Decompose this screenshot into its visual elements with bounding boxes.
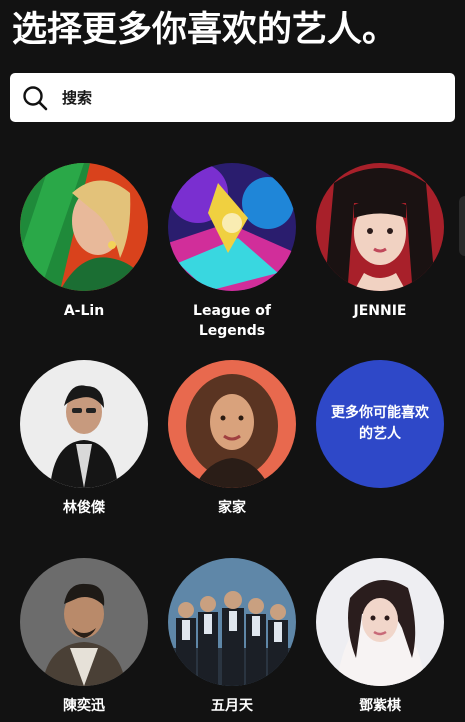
- more-artists-button[interactable]: 更多你可能喜欢的艺人: [316, 360, 444, 488]
- search-input[interactable]: 搜索: [10, 73, 455, 122]
- artist-card-league-of-legends[interactable]: League of Legends: [168, 163, 296, 341]
- artist-name: 陳奕迅: [63, 698, 105, 714]
- artist-name: League of Legends: [193, 303, 271, 339]
- artist-name: 鄧紫棋: [359, 698, 401, 714]
- more-artists-label: 更多你可能喜欢的艺人: [331, 405, 429, 442]
- artist-card-jennie[interactable]: JENNIE: [316, 163, 444, 321]
- artist-avatar: [168, 163, 296, 291]
- artist-card-jiajia[interactable]: 家家: [168, 360, 296, 518]
- artist-name: 林俊傑: [63, 500, 105, 516]
- artist-card-mayday[interactable]: 五月天: [168, 558, 296, 716]
- artist-avatar: [168, 558, 296, 686]
- artist-name: A-Lin: [63, 303, 105, 319]
- more-artists-circle: 更多你可能喜欢的艺人: [316, 360, 444, 488]
- artist-card-a-lin[interactable]: A-Lin: [20, 163, 148, 321]
- page-title: 选择更多你喜欢的艺人。: [12, 10, 398, 50]
- search-icon: [22, 85, 48, 111]
- artist-card-eason-chan[interactable]: 陳奕迅: [20, 558, 148, 716]
- artist-avatar: [316, 558, 444, 686]
- artist-avatar: [20, 360, 148, 488]
- artist-name: 五月天: [211, 698, 253, 714]
- artist-avatar: [20, 163, 148, 291]
- artist-card-jj-lin[interactable]: 林俊傑: [20, 360, 148, 518]
- artist-card-gem[interactable]: 鄧紫棋: [316, 558, 444, 716]
- artist-name: 家家: [218, 500, 246, 516]
- artist-name: JENNIE: [353, 303, 407, 319]
- artist-avatar: [316, 163, 444, 291]
- artist-avatar: [20, 558, 148, 686]
- next-artist-peek: [459, 196, 465, 256]
- search-placeholder: 搜索: [62, 89, 93, 107]
- artist-avatar: [168, 360, 296, 488]
